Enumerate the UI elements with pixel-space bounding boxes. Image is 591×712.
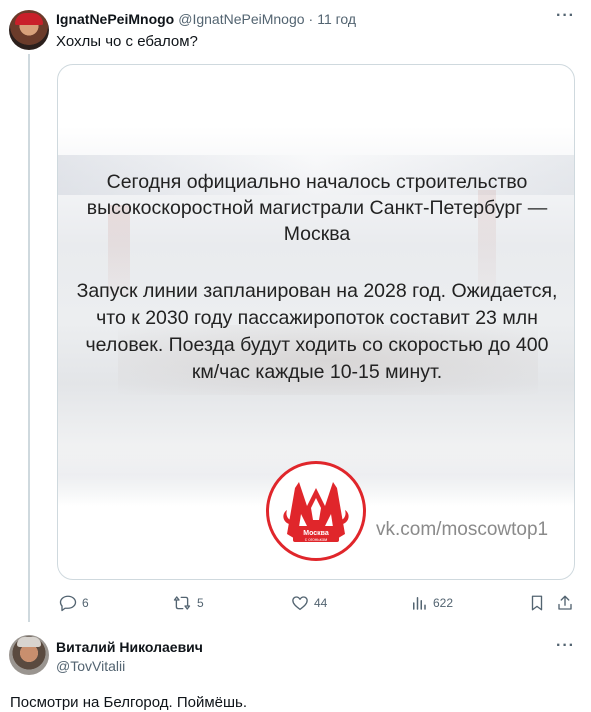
timestamp[interactable]: 11 год <box>317 11 356 27</box>
logo-text-line2: с огоньком <box>305 537 328 542</box>
logo-m-icon: Москва с огоньком <box>283 482 349 542</box>
author-handle[interactable]: @IgnatNePeiMnogo <box>178 11 304 27</box>
tweet-actions: 6 5 44 622 <box>56 594 576 614</box>
watermark-url: vk.com/moscowtop1 <box>376 519 549 540</box>
tweet[interactable]: Виталий Николаевич @TovVitalii ··· Посмо… <box>0 626 591 712</box>
thread-line <box>28 54 30 622</box>
media-heading: Сегодня официально началось строительств… <box>86 171 548 245</box>
avatar[interactable] <box>9 10 49 50</box>
avatar-cap <box>15 13 43 25</box>
tweet[interactable]: IgnatNePeiMnogo @IgnatNePeiMnogo · 11 го… <box>0 0 591 626</box>
avatar[interactable] <box>9 635 49 675</box>
like-button[interactable]: 44 <box>291 594 327 612</box>
share-button[interactable] <box>556 594 574 612</box>
view-count: 622 <box>433 596 454 610</box>
heart-icon <box>292 596 308 611</box>
retweet-icon <box>173 596 191 610</box>
logo-text-line1: Москва <box>303 530 329 537</box>
reply-button[interactable]: 6 <box>59 594 89 612</box>
moscow-logo: Москва с огоньком <box>266 461 366 561</box>
tweet-text: Посмотри на Белгород. Поймёшь. <box>10 694 248 711</box>
share-icon <box>558 595 572 610</box>
more-options-button[interactable]: ··· <box>556 7 575 25</box>
retweet-count: 5 <box>197 596 204 610</box>
avatar-hair <box>17 637 41 647</box>
bookmark-icon <box>531 595 543 611</box>
retweet-button[interactable]: 5 <box>172 594 204 612</box>
like-count: 44 <box>314 596 328 610</box>
more-options-button[interactable]: ··· <box>556 637 575 655</box>
media-body-text: Запуск линии запланирован на 2028 год. О… <box>76 280 558 383</box>
tweet-header: IgnatNePeiMnogo @IgnatNePeiMnogo · 11 го… <box>56 11 356 27</box>
reply-icon <box>59 595 77 612</box>
reply-count: 6 <box>82 596 89 610</box>
author-name[interactable]: IgnatNePeiMnogo <box>56 11 174 27</box>
separator: · <box>308 11 314 27</box>
bookmark-button[interactable] <box>528 594 546 612</box>
tweet-media-image[interactable]: Сегодня официально началось строительств… <box>57 64 575 580</box>
tweet-text: Хохлы чо с ебалом? <box>56 33 198 50</box>
author-handle[interactable]: @TovVitalii <box>56 658 125 674</box>
author-name[interactable]: Виталий Николаевич <box>56 639 203 655</box>
views-icon <box>413 597 426 610</box>
views-button[interactable]: 622 <box>410 594 453 612</box>
